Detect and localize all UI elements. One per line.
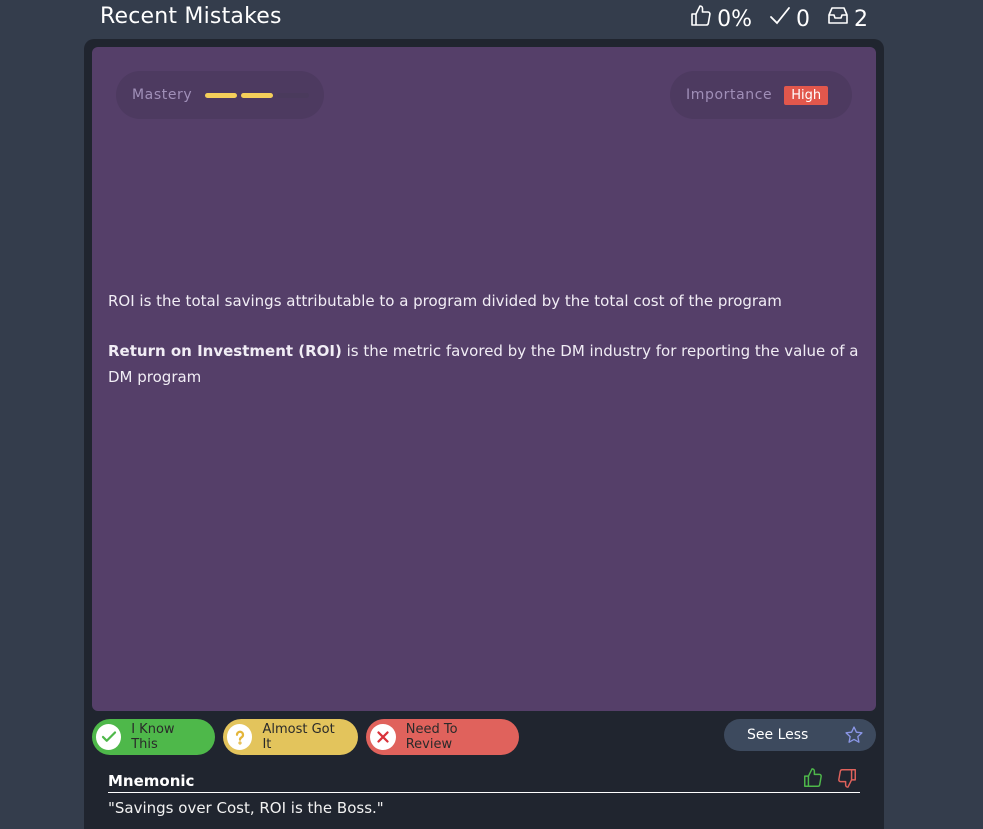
- x-circle-icon: [368, 722, 398, 752]
- see-less-button[interactable]: See Less: [724, 719, 876, 751]
- question-circle-icon: [225, 722, 255, 752]
- stats-bar: 0% 0 2: [689, 4, 868, 34]
- see-less-label: See Less: [747, 727, 809, 743]
- importance-label: Importance: [686, 87, 773, 103]
- need-to-review-label: Need To Review: [405, 722, 458, 752]
- mastery-segment: [277, 92, 310, 98]
- importance-indicator: Importance High: [670, 71, 852, 119]
- card-statement: ROI is the total savings attributable to…: [108, 292, 782, 310]
- answer-actions: I Know This Almost Got It Need To Review: [92, 719, 519, 755]
- almost-got-it-label: Almost Got It: [262, 722, 335, 752]
- thumbs-down-vote-icon[interactable]: [836, 767, 858, 789]
- mastery-indicator: Mastery: [116, 71, 324, 119]
- checkmark-icon: [768, 4, 792, 34]
- mastery-segment: [205, 92, 238, 98]
- definition-term: Return on Investment (ROI): [108, 342, 342, 360]
- check-circle-icon: [94, 722, 124, 752]
- i-know-this-label: I Know This: [131, 722, 175, 752]
- importance-badge: High: [784, 85, 829, 105]
- card-content: ROI is the total savings attributable to…: [108, 288, 860, 414]
- page-title: Recent Mistakes: [100, 4, 282, 29]
- score-stat: 0%: [689, 4, 752, 34]
- mastery-segment: [241, 92, 274, 98]
- mnemonic-header: Mnemonic: [108, 768, 860, 793]
- almost-got-it-button[interactable]: Almost Got It: [223, 719, 358, 755]
- star-icon[interactable]: [844, 725, 864, 745]
- card-definition: Return on Investment (ROI) is the metric…: [108, 338, 860, 390]
- flashcard: Mastery Importance High ROI is the total…: [92, 47, 876, 711]
- inbox-icon: [826, 4, 850, 34]
- mastery-bar: [205, 92, 310, 98]
- need-to-review-button[interactable]: Need To Review: [366, 719, 519, 755]
- inbox-value: 2: [854, 6, 868, 32]
- i-know-this-button[interactable]: I Know This: [92, 719, 215, 755]
- top-bar: Recent Mistakes 0% 0 2: [0, 0, 983, 38]
- thumbs-up-vote-icon[interactable]: [802, 767, 824, 789]
- score-value: 0%: [717, 6, 752, 32]
- study-panel: Mastery Importance High ROI is the total…: [84, 39, 884, 829]
- mastery-label: Mastery: [132, 87, 193, 103]
- inbox-stat: 2: [826, 4, 868, 34]
- mnemonic-text: "Savings over Cost, ROI is the Boss.": [108, 799, 384, 817]
- mnemonic-title: Mnemonic: [108, 772, 195, 790]
- correct-value: 0: [796, 6, 810, 32]
- correct-stat: 0: [768, 4, 810, 34]
- thumbs-up-icon: [689, 4, 713, 34]
